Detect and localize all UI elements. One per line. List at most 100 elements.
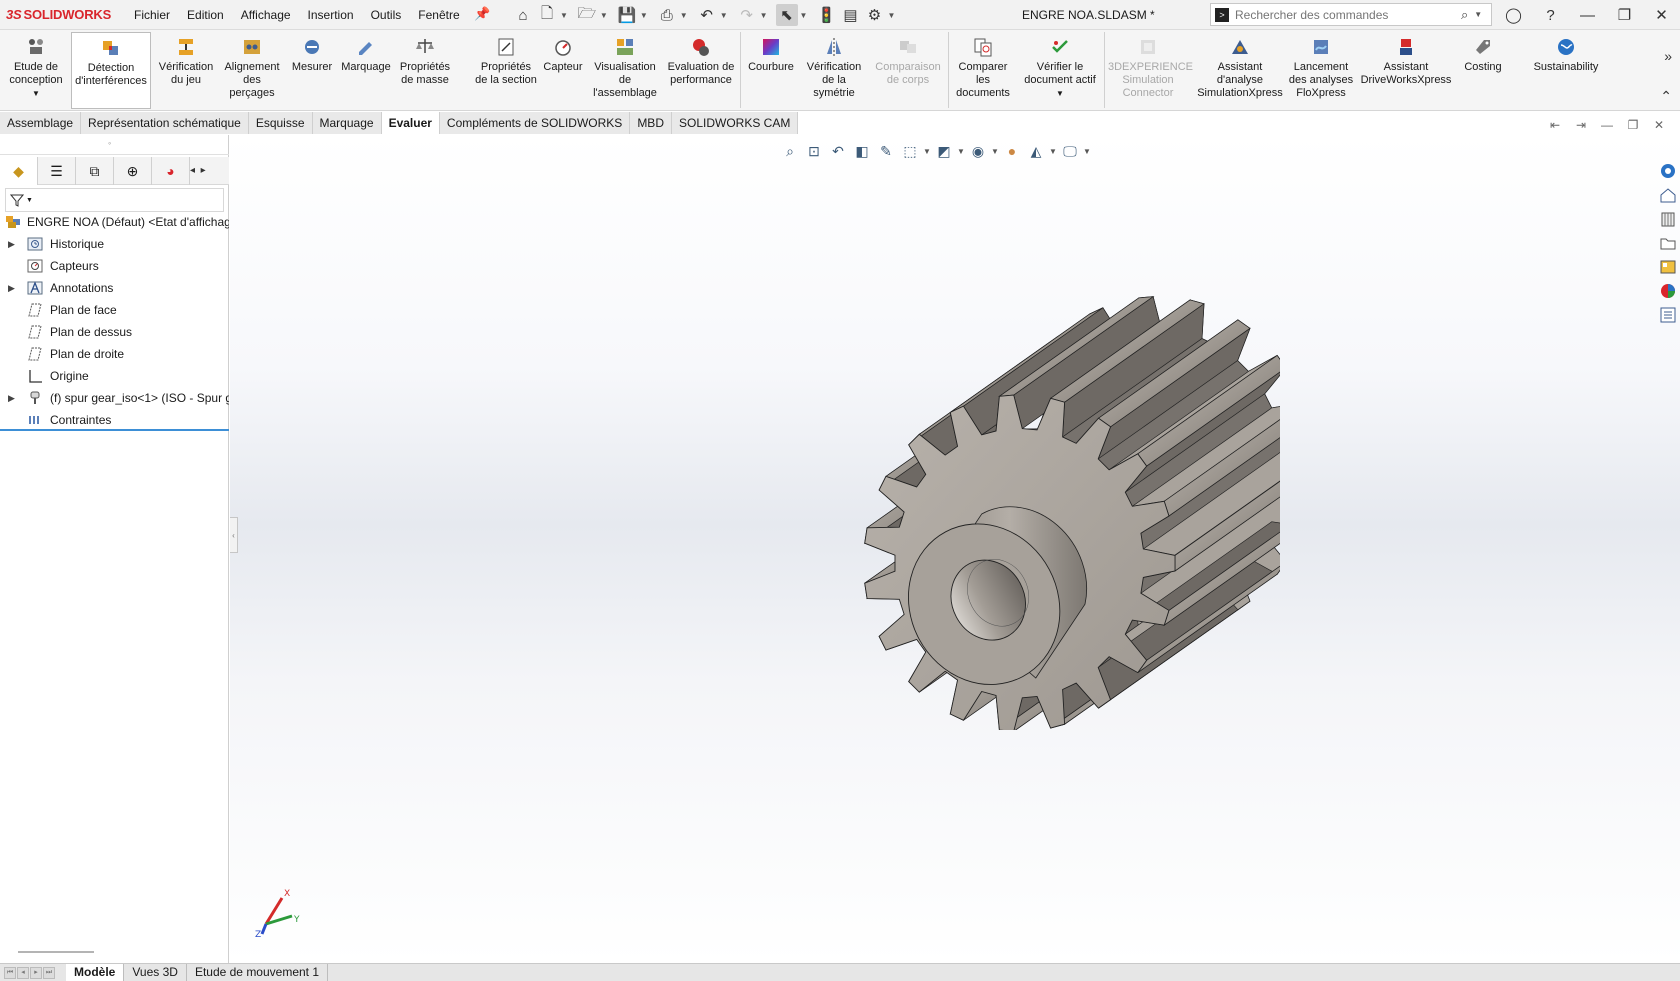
tab-evaluer[interactable]: Evaluer	[381, 112, 440, 134]
restore-button[interactable]: ❐	[1606, 6, 1643, 24]
chevron-down-icon[interactable]: ▼	[1048, 140, 1058, 162]
floxpress-button[interactable]: Lancement des analyses FloXpress	[1288, 32, 1354, 100]
section-view-icon[interactable]: ◧	[850, 140, 874, 162]
chevron-down-icon[interactable]: ▼	[990, 140, 1000, 162]
options-gear-icon[interactable]: ⚙	[863, 4, 885, 26]
tree-item-contraintes[interactable]: Contraintes	[0, 409, 229, 431]
last-tab-icon[interactable]: ⏭	[43, 966, 55, 979]
simulationxpress-button[interactable]: Assistant d'analyse SimulationXpress	[1194, 32, 1286, 100]
tree-item-capteurs[interactable]: Capteurs	[0, 255, 229, 277]
display-style-icon[interactable]: ◩	[932, 140, 956, 162]
help-icon[interactable]: ?	[1532, 7, 1569, 24]
tab-vues-3d[interactable]: Vues 3D	[124, 964, 187, 981]
tree-filter[interactable]: ▼	[5, 188, 224, 212]
chevron-down-icon[interactable]: ▼	[680, 11, 688, 20]
sustainability-button[interactable]: Sustainability	[1524, 32, 1608, 74]
zoom-to-fit-icon[interactable]: ⌕	[778, 140, 802, 162]
driveworksxpress-button[interactable]: Assistant DriveWorksXpress	[1356, 32, 1456, 87]
curvature-button[interactable]: Courbure	[744, 32, 798, 74]
appearances-icon[interactable]	[1656, 279, 1680, 303]
custom-properties-icon[interactable]	[1656, 303, 1680, 327]
tab-complements[interactable]: Compléments de SOLIDWORKS	[439, 112, 631, 134]
chevron-down-icon[interactable]: ▼	[1082, 140, 1092, 162]
panel-splitter[interactable]: ‹	[230, 517, 238, 553]
chevron-down-icon[interactable]: ▼	[1056, 89, 1064, 98]
chevron-down-icon[interactable]: ▼	[720, 11, 728, 20]
tree-item-plan-de-droite[interactable]: Plan de droite	[0, 343, 229, 365]
menu-fenetre[interactable]: Fenêtre	[418, 8, 459, 22]
redo-icon[interactable]: ↷	[736, 4, 758, 26]
3dexperience-connector-button[interactable]: 3DEXPERIENCE Simulation Connector	[1108, 32, 1193, 100]
dynamic-annotation-icon[interactable]: ✎	[874, 140, 898, 162]
tree-item-annotations[interactable]: ▶ Annotations	[0, 277, 229, 299]
search-icon[interactable]: ⌕	[1461, 7, 1468, 23]
open-icon[interactable]: 🗁	[576, 4, 598, 26]
previous-view-icon[interactable]: ↶	[826, 140, 850, 162]
chevron-down-icon[interactable]: ▼	[32, 89, 40, 98]
tab-dimxpert-manager[interactable]: ⊕	[114, 157, 152, 185]
previous-window-icon[interactable]: ⇤	[1542, 118, 1568, 132]
previous-tab-icon[interactable]: ◂	[17, 966, 29, 979]
section-properties-button[interactable]: Propriétés de la section	[475, 32, 537, 87]
user-account-icon[interactable]: ◯	[1495, 6, 1532, 24]
menu-affichage[interactable]: Affichage	[241, 8, 291, 22]
chevron-down-icon[interactable]: ▼	[922, 140, 932, 162]
solidworks-resources-icon[interactable]	[1656, 159, 1680, 183]
restore-document-button[interactable]: ❐	[1620, 118, 1646, 132]
tree-item-origine[interactable]: Origine	[0, 365, 229, 387]
chevron-down-icon[interactable]: ▼	[560, 11, 568, 20]
design-library-icon[interactable]	[1656, 207, 1680, 231]
rebuild-icon[interactable]: 🚦	[815, 4, 837, 26]
chevron-down-icon[interactable]: ▼	[640, 11, 648, 20]
tab-configuration-manager[interactable]: ⧉	[76, 157, 114, 185]
chevron-left-icon[interactable]: ◂	[190, 165, 195, 176]
tab-representation-schematique[interactable]: Représentation schématique	[81, 112, 249, 134]
measure-button[interactable]: Mesurer	[287, 32, 337, 74]
symmetry-check-button[interactable]: Vérification de la symétrie	[802, 32, 866, 100]
command-search[interactable]: > ⌕ ▼	[1210, 3, 1492, 26]
hide-show-items-icon[interactable]: ◉	[966, 140, 990, 162]
apply-scene-icon[interactable]: ◭	[1024, 140, 1048, 162]
home-icon[interactable]	[1656, 183, 1680, 207]
chevron-down-icon[interactable]: ▼	[887, 11, 895, 20]
tab-marquage[interactable]: Marquage	[312, 112, 382, 134]
minimize-button[interactable]: —	[1569, 7, 1606, 24]
tab-esquisse[interactable]: Esquisse	[248, 112, 313, 134]
close-button[interactable]: ✕	[1643, 6, 1680, 24]
tree-item-plan-de-face[interactable]: Plan de face	[0, 299, 229, 321]
pin-icon[interactable]: 📌	[474, 6, 490, 22]
expand-arrow-icon[interactable]: ▶	[8, 277, 15, 299]
view-orientation-icon[interactable]: ⬚	[898, 140, 922, 162]
edit-appearance-icon[interactable]: ●	[1000, 140, 1024, 162]
tab-display-manager[interactable]: ◕	[152, 157, 190, 185]
print-icon[interactable]: ⎙	[656, 4, 678, 26]
interference-detection-button[interactable]: Détection d'interférences	[71, 32, 151, 109]
home-icon[interactable]: ⌂	[512, 4, 534, 26]
tree-item-plan-de-dessus[interactable]: Plan de dessus	[0, 321, 229, 343]
select-pointer-icon[interactable]: ⬉	[775, 4, 798, 26]
tree-item-spur-gear[interactable]: ▶ (f) spur gear_iso<1> (ISO - Spur gear)	[0, 387, 229, 409]
chevron-down-icon[interactable]: ▼	[600, 11, 608, 20]
chevron-down-icon[interactable]: ▼	[26, 197, 33, 204]
compare-documents-button[interactable]: Comparer les documents	[952, 32, 1014, 100]
chevron-down-icon[interactable]: ▼	[956, 140, 966, 162]
new-document-icon[interactable]: 🗋	[536, 4, 558, 26]
compare-bodies-button[interactable]: Comparaison de corps	[872, 32, 944, 87]
design-study-button[interactable]: Etude de conception ▼	[3, 32, 69, 100]
menu-insertion[interactable]: Insertion	[308, 8, 354, 22]
file-properties-icon[interactable]: ▤	[839, 4, 861, 26]
search-input[interactable]	[1235, 7, 1455, 22]
panel-grip[interactable]: ◦	[0, 135, 229, 155]
assembly-visualization-button[interactable]: Visualisation de l'assemblage	[590, 32, 660, 100]
tree-item-historique[interactable]: ▶ Historique	[0, 233, 229, 255]
zoom-to-area-icon[interactable]: ⊡	[802, 140, 826, 162]
next-window-icon[interactable]: ⇥	[1568, 118, 1594, 132]
tree-root-assembly[interactable]: ENGRE NOA (Défaut) <Etat d'affichage-1>	[0, 211, 229, 233]
next-tab-icon[interactable]: ▸	[30, 966, 42, 979]
minimize-document-button[interactable]: —	[1594, 118, 1620, 132]
horizontal-scrollbar[interactable]	[18, 951, 94, 953]
save-icon[interactable]: 💾	[616, 4, 638, 26]
first-tab-icon[interactable]: ⏮	[4, 966, 16, 979]
solidworks-logo[interactable]: 3S SOLIDWORKS	[6, 7, 111, 22]
expand-arrow-icon[interactable]: ▶	[8, 387, 15, 409]
